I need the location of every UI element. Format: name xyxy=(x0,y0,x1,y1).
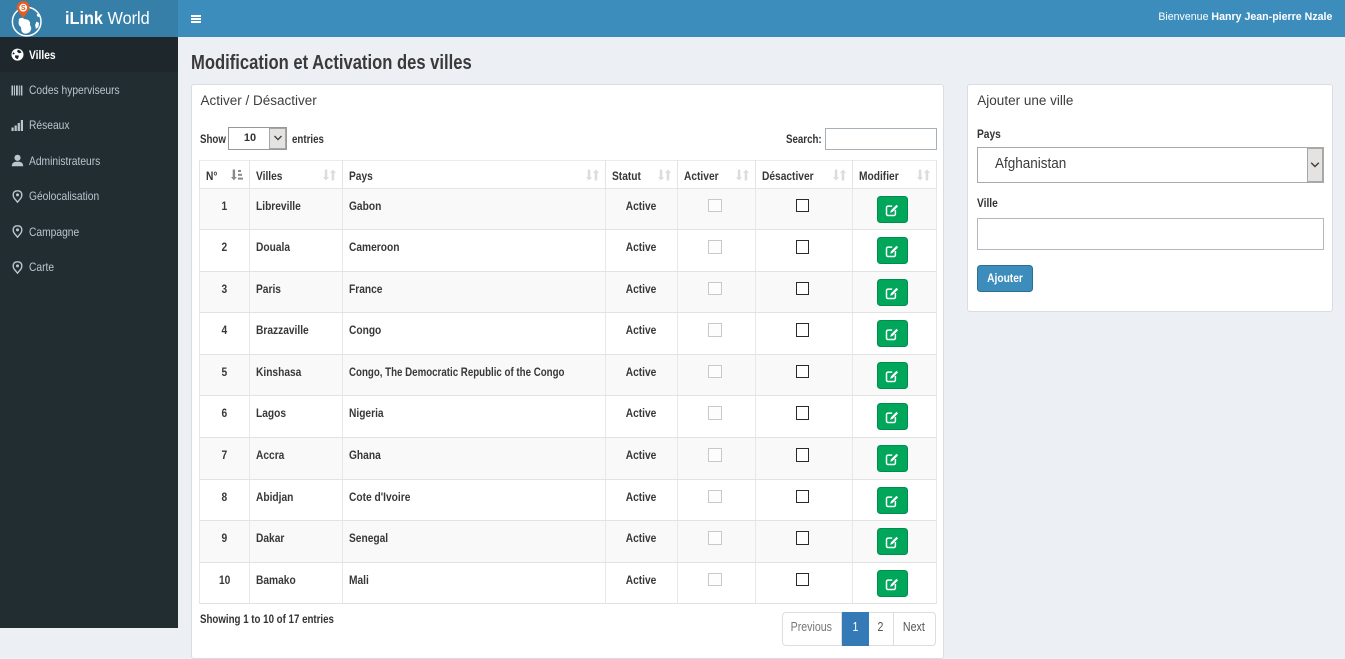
svg-text:S: S xyxy=(21,5,26,12)
